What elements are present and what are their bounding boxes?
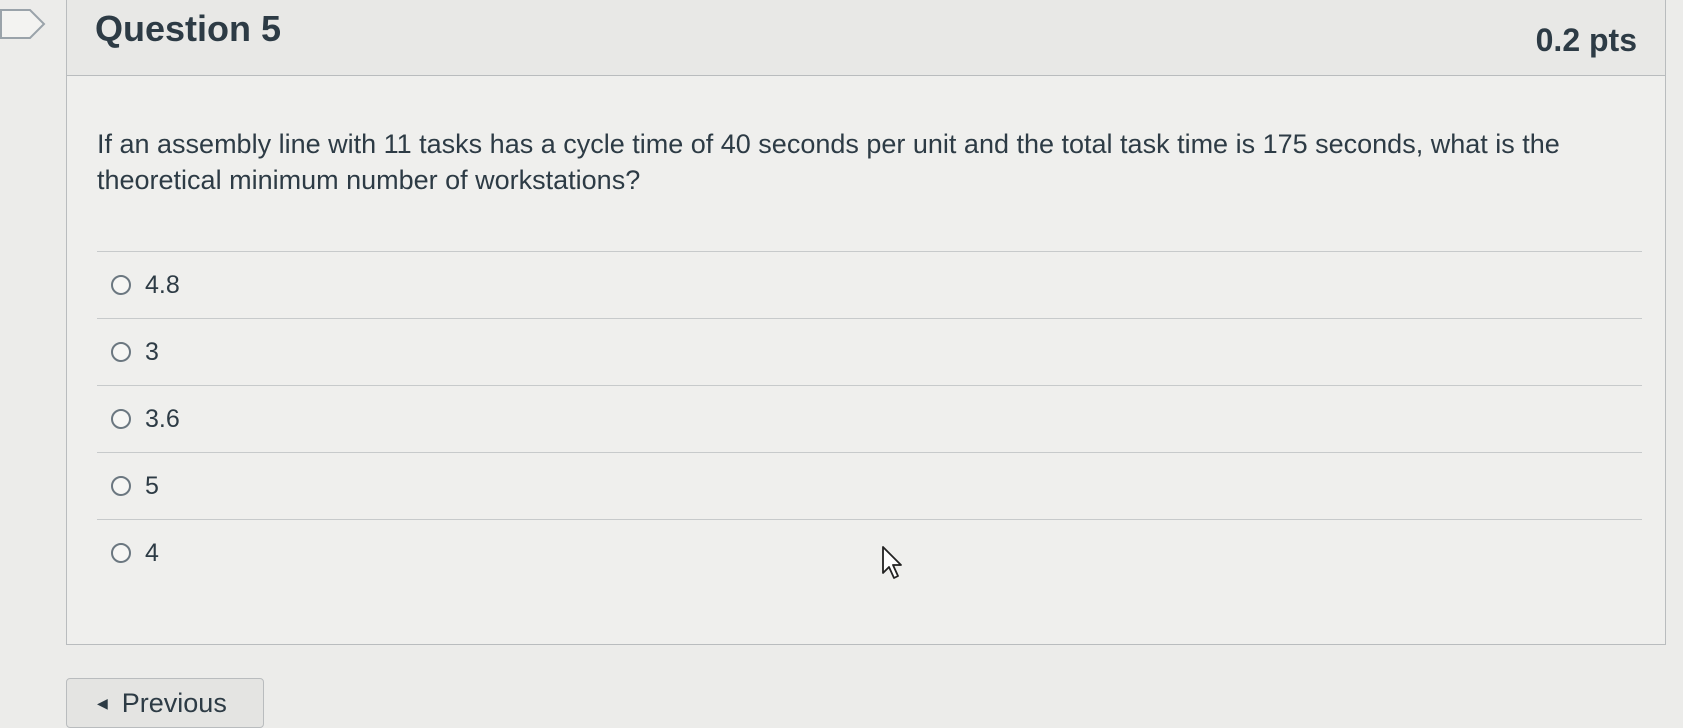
answer-label: 5 bbox=[145, 471, 159, 500]
triangle-left-icon: ◀ bbox=[97, 694, 108, 711]
answer-option[interactable]: 5 bbox=[97, 452, 1642, 519]
radio-button[interactable] bbox=[111, 342, 131, 362]
question-text: If an assembly line with 11 tasks has a … bbox=[97, 129, 1560, 195]
answer-option[interactable]: 3 bbox=[97, 318, 1642, 385]
mouse-pointer-icon bbox=[882, 546, 902, 579]
answer-label: 4.8 bbox=[145, 270, 180, 299]
answer-list: 4.8 3 3.6 5 4 bbox=[97, 251, 1642, 586]
answer-label: 3 bbox=[145, 337, 159, 366]
radio-button[interactable] bbox=[111, 476, 131, 496]
bookmark-flag-icon[interactable] bbox=[0, 8, 46, 40]
radio-button[interactable] bbox=[111, 543, 131, 563]
radio-button[interactable] bbox=[111, 275, 131, 295]
question-header: Question 5 0.2 pts bbox=[67, 0, 1665, 76]
answer-option[interactable]: 4.8 bbox=[97, 251, 1642, 318]
question-title: Question 5 bbox=[95, 8, 282, 49]
answer-option[interactable]: 4 bbox=[97, 519, 1642, 586]
answer-label: 3.6 bbox=[145, 404, 180, 433]
previous-label: Previous bbox=[121, 687, 227, 718]
answer-label: 4 bbox=[145, 538, 159, 567]
question-points: 0.2 pts bbox=[1535, 22, 1637, 58]
answer-option[interactable]: 3.6 bbox=[97, 385, 1642, 452]
question-card: Question 5 0.2 pts If an assembly line w… bbox=[66, 0, 1666, 645]
radio-button[interactable] bbox=[111, 409, 131, 429]
previous-button[interactable]: ◀ Previous bbox=[66, 678, 264, 728]
